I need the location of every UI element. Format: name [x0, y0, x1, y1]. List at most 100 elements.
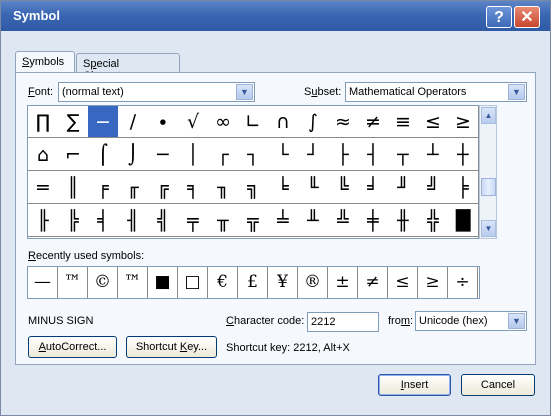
recent-symbol-cell[interactable]: ■ [148, 267, 178, 298]
recent-symbol-cell[interactable]: ® [298, 267, 328, 298]
symbol-cell[interactable]: ╦ [238, 205, 269, 237]
from-select[interactable]: Unicode (hex) ▼ [415, 311, 527, 331]
symbol-cell[interactable]: ╘ [268, 172, 299, 204]
cancel-button[interactable]: Cancel [461, 374, 535, 396]
symbol-cell[interactable]: √ [178, 106, 209, 138]
subset-select[interactable]: Mathematical Operators ▼ [345, 82, 527, 102]
recent-symbol-cell[interactable]: © [88, 267, 118, 298]
symbol-cell[interactable]: ╕ [178, 172, 209, 204]
recent-symbol-cell[interactable]: £ [238, 267, 268, 298]
symbol-cell[interactable]: ╣ [148, 205, 179, 237]
subset-label: Subset: [304, 86, 342, 98]
symbol-cell[interactable]: ═ [28, 172, 59, 204]
recent-symbol-cell[interactable]: — [28, 267, 58, 298]
symbol-cell[interactable]: ╜ [388, 172, 419, 204]
from-label: from: [388, 315, 414, 327]
symbol-cell[interactable]: ╬ [418, 205, 449, 237]
symbol-cell[interactable]: ┌ [208, 139, 239, 171]
symbol-cell[interactable]: ┼ [448, 139, 479, 171]
symbol-cell[interactable]: ⌐ [58, 139, 89, 171]
symbol-cell[interactable]: ╫ [388, 205, 419, 237]
symbol-cell[interactable]: ╚ [328, 172, 359, 204]
symbol-cell[interactable]: ╪ [358, 205, 389, 237]
symbol-cell[interactable]: └ [268, 139, 299, 171]
symbol-cell[interactable]: ╤ [178, 205, 209, 237]
symbol-cell[interactable]: ╢ [118, 205, 149, 237]
symbol-cell[interactable]: ║ [58, 172, 89, 204]
close-button[interactable]: ✕ [514, 6, 540, 28]
symbol-cell[interactable]: ╥ [208, 205, 239, 237]
chevron-down-icon: ▼ [236, 84, 253, 100]
symbol-grid-scrollbar[interactable]: ▲ ▼ [479, 105, 497, 239]
symbol-cell[interactable]: ╙ [298, 172, 329, 204]
symbol-cell[interactable]: ┘ [298, 139, 329, 171]
symbol-cell[interactable]: ⌂ [28, 139, 59, 171]
symbol-cell[interactable]: ╖ [208, 172, 239, 204]
symbol-cell[interactable]: ∑ [58, 106, 89, 138]
symbol-cell[interactable]: ┬ [388, 139, 419, 171]
symbol-cell[interactable]: ┐ [238, 139, 269, 171]
symbol-cell[interactable]: ∏ [28, 106, 59, 138]
symbol-grid: ∏ ∑ − ∕ ∙ √ ∞ ∟ ∩ ∫ ≈ ≠ ≡ ≤ ≥ ⌂ ⌐ ⌠ ⌡ ─ │ ┌ ┐ └ ┘ ├ ┤ ┬ ┴ ┼ ═ ║ ╒ ╓ ╔ ╕ ╖ ╗ ╘ ╙… [27, 105, 479, 239]
symbol-cell[interactable]: ╓ [118, 172, 149, 204]
symbol-cell[interactable]: ─ [148, 139, 179, 171]
recent-symbol-cell[interactable]: € [208, 267, 238, 298]
symbol-cell[interactable]: ├ [328, 139, 359, 171]
scroll-down-icon[interactable]: ▼ [481, 220, 496, 237]
symbol-cell[interactable]: ╛ [358, 172, 389, 204]
font-select[interactable]: (normal text) ▼ [58, 82, 255, 102]
symbol-cell[interactable]: ╨ [298, 205, 329, 237]
symbol-cell[interactable]: ╝ [418, 172, 449, 204]
chevron-down-icon: ▼ [508, 84, 525, 100]
help-button[interactable]: ? [486, 6, 512, 28]
character-code-label: Character code: [226, 315, 305, 327]
symbol-cell[interactable]: ╗ [238, 172, 269, 204]
symbol-cell[interactable]: − [88, 106, 119, 138]
symbol-cell[interactable]: ∟ [238, 106, 269, 138]
recent-symbol-cell[interactable]: ≠ [358, 267, 388, 298]
symbol-cell[interactable]: ╟ [28, 205, 59, 237]
shortcut-key-button[interactable]: Shortcut Key... [126, 336, 217, 358]
symbol-cell[interactable]: ≥ [448, 106, 479, 138]
symbol-cell[interactable]: ≈ [328, 106, 359, 138]
symbol-cell[interactable]: ┤ [358, 139, 389, 171]
symbol-cell[interactable]: ╡ [88, 205, 119, 237]
character-code-input[interactable]: 2212 [307, 312, 379, 332]
recent-symbols: — ™ © ™ ■ □ € £ ¥ ® ± ≠ ≤ ≥ ÷ [27, 266, 480, 299]
chevron-down-icon: ▼ [508, 313, 525, 329]
insert-button[interactable]: Insert [378, 374, 451, 396]
title-bar: Symbol ? ✕ [1, 1, 550, 31]
symbol-cell[interactable]: ∕ [118, 106, 149, 138]
recent-symbol-cell[interactable]: ≥ [418, 267, 448, 298]
recent-symbol-cell[interactable]: ≤ [388, 267, 418, 298]
symbol-cell[interactable]: ∫ [298, 106, 329, 138]
symbol-cell[interactable]: ╞ [448, 172, 479, 204]
recent-symbol-cell[interactable]: ¥ [268, 267, 298, 298]
recent-symbol-cell[interactable]: ÷ [448, 267, 478, 298]
symbol-cell[interactable]: ≠ [358, 106, 389, 138]
symbol-cell[interactable]: │ [178, 139, 209, 171]
recent-symbol-cell[interactable]: ± [328, 267, 358, 298]
recent-symbol-cell[interactable]: ™ [118, 267, 148, 298]
symbol-cell[interactable]: ⌡ [118, 139, 149, 171]
symbol-cell[interactable]: ∞ [208, 106, 239, 138]
autocorrect-button[interactable]: AutoCorrect... [28, 336, 117, 358]
scroll-thumb[interactable] [481, 178, 496, 196]
symbol-cell[interactable]: ╔ [148, 172, 179, 204]
symbol-cell[interactable]: ╒ [88, 172, 119, 204]
symbol-cell[interactable]: ∩ [268, 106, 299, 138]
recent-symbol-cell[interactable]: □ [178, 267, 208, 298]
symbol-cell[interactable]: ≤ [418, 106, 449, 138]
symbol-cell[interactable]: ⌠ [88, 139, 119, 171]
tab-special-characters[interactable]: Special Characters [76, 53, 180, 82]
symbol-cell[interactable]: ┴ [418, 139, 449, 171]
scroll-up-icon[interactable]: ▲ [481, 107, 496, 124]
symbol-cell[interactable]: ╠ [58, 205, 89, 237]
symbol-cell[interactable]: █ [448, 205, 479, 237]
tab-symbols[interactable]: Symbols [15, 51, 75, 74]
symbol-cell[interactable]: ╩ [328, 205, 359, 237]
recent-symbol-cell[interactable]: ™ [58, 267, 88, 298]
symbol-cell[interactable]: ≡ [388, 106, 419, 138]
symbol-cell[interactable]: ∙ [148, 106, 179, 138]
symbol-cell[interactable]: ╧ [268, 205, 299, 237]
